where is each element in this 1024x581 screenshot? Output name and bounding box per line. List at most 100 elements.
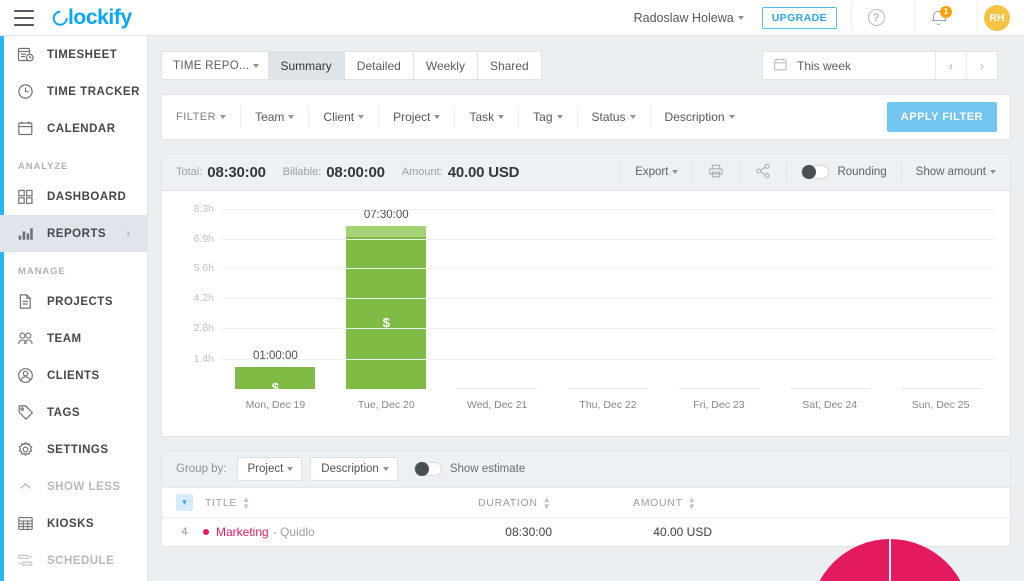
chart-bar[interactable]: 07:30:00 $ [346, 209, 427, 389]
apply-filter-button[interactable]: APPLY FILTER [886, 102, 997, 132]
chart-bar-column[interactable]: 01:00:00 $ [220, 209, 331, 395]
chart-plot-area: 01:00:00 $07:30:00 $ 1.4h 2.8h 4.2h 5.6h 6.9h 8… [194, 203, 996, 395]
hamburger-icon[interactable] [14, 9, 34, 26]
chart-bar-value-label: 07:30:00 [363, 209, 409, 222]
tab-weekly[interactable]: Weekly [413, 51, 478, 80]
chart-x-label: Wed, Dec 21 [466, 399, 528, 411]
report-type-label: TIME REPO... [173, 59, 250, 72]
date-next-button[interactable]: › [966, 52, 997, 79]
sidebar-item-reports[interactable]: REPORTS › [0, 215, 147, 252]
row-duration: 08:30:00 [505, 525, 552, 539]
toggle-knob [414, 462, 429, 476]
avatar[interactable]: RH [984, 4, 1010, 31]
column-header-title[interactable]: TITLE ▲ ▼ [205, 495, 251, 510]
sidebar-item-label: TEAM [47, 332, 82, 345]
sort-icon: ▲ ▼ [687, 494, 697, 511]
share-button[interactable] [739, 161, 786, 183]
expand-all-button[interactable]: ▾ [176, 494, 193, 511]
sidebar-item-clients[interactable]: CLIENTS [0, 357, 147, 394]
filter-task[interactable]: Task [455, 106, 520, 128]
chevron-down-icon [220, 115, 227, 119]
chart-y-tick: 6.9h [193, 233, 214, 246]
toggle-switch[interactable] [801, 165, 830, 179]
chart-bar-column[interactable] [774, 209, 885, 389]
clients-icon [17, 367, 34, 384]
date-range-button[interactable]: This week [763, 52, 935, 79]
sort-icon: ▲ ▼ [542, 494, 552, 511]
chevron-down-icon [288, 115, 295, 119]
sidebar-item-settings[interactable]: SETTINGS [0, 431, 147, 468]
column-label: DURATION [478, 496, 538, 509]
sidebar-item-label: SCHEDULE [47, 554, 115, 567]
group-by-secondary-select[interactable]: Description [310, 457, 398, 481]
column-header-amount[interactable]: AMOUNT ▲ ▼ [633, 494, 697, 511]
calendar-icon [17, 120, 34, 137]
filter-project[interactable]: Project [379, 106, 456, 128]
summary-bar-chart: 01:00:00 $07:30:00 $ 1.4h 2.8h 4.2h 5.6h 6.9h 8… [162, 191, 1010, 436]
calendar-icon [773, 57, 788, 75]
report-type-select[interactable]: TIME REPO... [161, 51, 269, 80]
filter-title[interactable]: FILTER [176, 106, 242, 128]
filter-description[interactable]: Description [651, 106, 749, 128]
notifications-button[interactable]: 1 [915, 0, 963, 36]
chart-bar-column[interactable] [553, 209, 664, 389]
tab-shared[interactable]: Shared [477, 51, 542, 80]
chart-bar[interactable]: 01:00:00 $ [235, 350, 316, 395]
sidebar-item-timesheet[interactable]: TIMESHEET [0, 36, 147, 73]
filter-team[interactable]: Team [241, 106, 310, 128]
chevron-down-icon [556, 115, 563, 119]
sidebar-item-schedule[interactable]: SCHEDULE [0, 542, 147, 579]
sidebar-item-time-tracker[interactable]: TIME TRACKER [0, 73, 147, 110]
sidebar-item-team[interactable]: TEAM [0, 320, 147, 357]
chart-gridline [220, 209, 996, 210]
sidebar-item-dashboard[interactable]: DASHBOARD [0, 178, 147, 215]
sidebar-item-projects[interactable]: PROJECTS [0, 283, 147, 320]
sidebar-item-calendar[interactable]: CALENDAR [0, 110, 147, 147]
chevron-down-icon [672, 170, 679, 174]
date-prev-button[interactable]: ‹ [935, 52, 966, 79]
brand-text: lockify [68, 5, 132, 29]
rounding-toggle[interactable]: Rounding [786, 161, 900, 183]
clockify-app: lockify Radoslaw Holewa UPGRADE ? 1 RH T… [0, 0, 1024, 581]
column-header-duration[interactable]: DURATION ▲ ▼ [478, 494, 552, 511]
clockify-logo[interactable]: lockify [49, 5, 132, 30]
sidebar-item-kiosks[interactable]: KIOSKS [0, 505, 147, 542]
row-expand-count[interactable]: 4 [176, 526, 193, 538]
table-header: ▾ TITLE ▲ ▼ DURATION ▲ ▼ AMOUNT ▲ ▼ [162, 488, 1010, 518]
filter-tag[interactable]: Tag [519, 106, 578, 128]
tab-summary[interactable]: Summary [268, 51, 345, 80]
toggle-switch[interactable] [413, 462, 442, 476]
show-amount-select[interactable]: Show amount [900, 161, 1010, 183]
sidebar-item-tags[interactable]: TAGS [0, 394, 147, 431]
export-button[interactable]: Export [620, 161, 692, 183]
user-menu[interactable]: Radoslaw Holewa [634, 11, 748, 25]
group-table-card: Group by: Project Description Show estim… [161, 450, 1011, 581]
chevron-down-icon [253, 63, 260, 68]
help-button[interactable]: ? [852, 0, 900, 36]
print-button[interactable] [692, 161, 739, 183]
sidebar: TIMESHEET TIME TRACKER CALENDAR ANALYZE [0, 36, 148, 581]
sidebar-item-label: TIMESHEET [47, 48, 118, 61]
chart-x-label: Thu, Dec 22 [579, 399, 637, 411]
main-content: TIME REPO... Summary Detailed Weekly Sha… [148, 36, 1024, 581]
chart-bar-column[interactable]: 07:30:00 $ [331, 209, 442, 389]
chart-bar-column[interactable] [885, 209, 996, 389]
sidebar-section-analyze: ANALYZE [18, 161, 69, 172]
schedule-icon [17, 552, 34, 569]
chart-y-tick: 1.4h [193, 352, 214, 365]
chart-x-axis-labels: Mon, Dec 19 Tue, Dec 20 Wed, Dec 21 Thu, De… [220, 399, 996, 411]
projects-icon [17, 293, 34, 310]
sidebar-item-show-less[interactable]: SHOW LESS [0, 468, 147, 505]
filter-client[interactable]: Client [309, 106, 380, 128]
tab-detailed[interactable]: Detailed [344, 51, 414, 80]
filter-status[interactable]: Status [578, 106, 651, 128]
sidebar-item-label: SHOW LESS [47, 480, 121, 493]
chart-bar-column[interactable] [442, 209, 553, 389]
chart-bar-empty [900, 388, 981, 389]
filter-label: Tag [533, 110, 553, 124]
chart-bars: 01:00:00 $ 07:30:00 $ [220, 209, 996, 395]
group-by-primary-select[interactable]: Project [236, 457, 303, 481]
chart-bar-column[interactable] [663, 209, 774, 389]
show-estimate-toggle[interactable]: Show estimate [413, 462, 525, 476]
upgrade-button[interactable]: UPGRADE [761, 6, 837, 29]
